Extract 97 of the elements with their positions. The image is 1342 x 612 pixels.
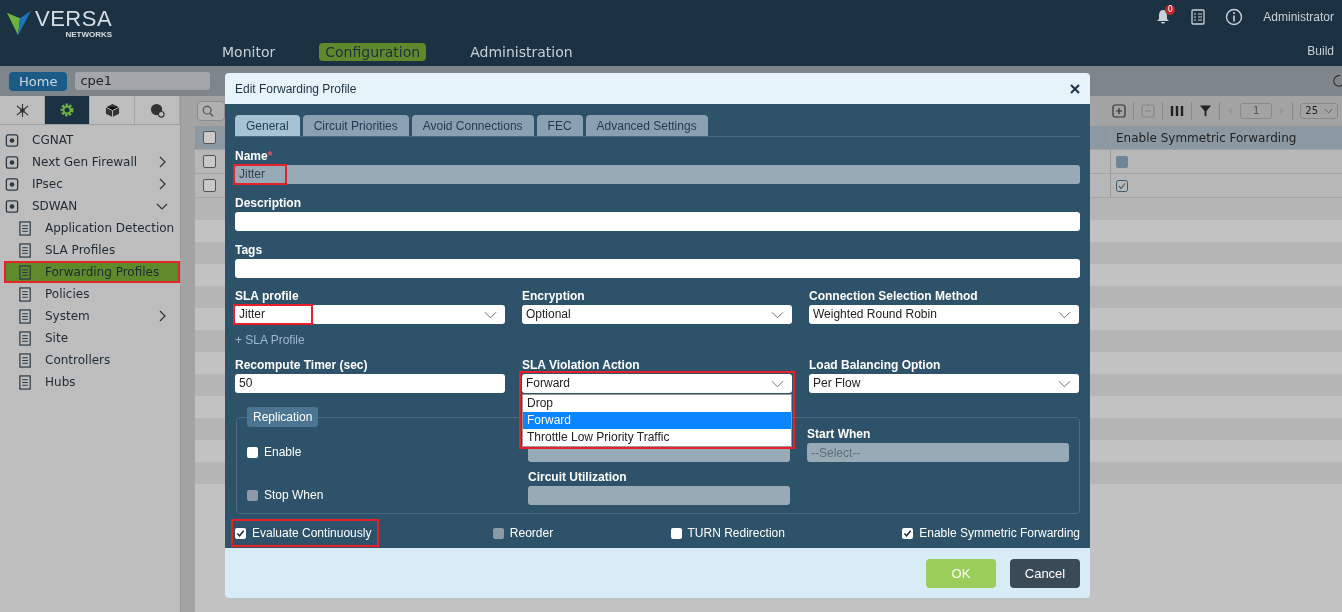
document-icon	[18, 352, 33, 368]
info-icon[interactable]	[1225, 8, 1244, 26]
dialog-tab[interactable]: Circuit Priorities	[302, 115, 409, 136]
select-field[interactable]: Forward	[522, 374, 792, 393]
select-field[interactable]: Per Flow	[809, 374, 1079, 393]
sidebar-item[interactable]: Controllers	[0, 349, 180, 371]
build-label[interactable]: Build	[1307, 44, 1334, 58]
field-label: SLA profile	[235, 289, 299, 305]
dialog-tab[interactable]: Avoid Connections	[411, 115, 534, 136]
field-label: SLA Violation Action	[522, 358, 640, 374]
column-header[interactable]: Enable Symmetric Forwarding	[1111, 130, 1342, 145]
checkbox[interactable]	[247, 446, 258, 458]
checkbox-label[interactable]: Enable	[264, 445, 302, 459]
dialog-tab[interactable]: FEC	[536, 115, 583, 136]
search-field[interactable]	[197, 101, 225, 121]
sidebar-tab[interactable]	[45, 96, 90, 124]
module-icon	[4, 132, 20, 148]
sidebar-item[interactable]: SDWAN	[0, 195, 180, 217]
logo-text: VERSA	[35, 8, 113, 30]
number-field[interactable]: 50	[235, 374, 505, 393]
cube-icon	[104, 102, 120, 118]
chevron-down-icon	[1058, 310, 1071, 319]
checkbox[interactable]	[902, 527, 914, 539]
sidebar-item[interactable]: Next Gen Firewall	[0, 151, 180, 173]
sidebar-item[interactable]: Policies	[0, 283, 180, 305]
select-field[interactable]: Optional	[522, 305, 792, 324]
field-label: Recompute Timer (sec)	[235, 358, 368, 374]
row-checkbox[interactable]	[202, 155, 216, 168]
document-icon	[18, 308, 33, 324]
filter-icon[interactable]	[1199, 104, 1213, 118]
dropdown-option[interactable]: Throttle Low Priority Traffic	[523, 429, 791, 446]
module-icon	[4, 154, 20, 170]
select-field[interactable]: Jitter	[235, 305, 505, 324]
select-all-checkbox[interactable]	[202, 131, 216, 144]
network-icon	[14, 102, 30, 118]
field-label: Name	[235, 149, 268, 165]
sidebar-item[interactable]: Application Detection	[0, 217, 180, 239]
sidebar-item[interactable]: IPsec	[0, 173, 180, 195]
section-legend: Replication	[247, 407, 319, 427]
sidebar-item[interactable]: SLA Profiles	[0, 239, 180, 261]
module-icon	[4, 198, 20, 214]
notification-badge: 0	[1165, 5, 1176, 15]
document-icon	[18, 220, 33, 236]
module-icon	[4, 176, 20, 192]
text-field[interactable]	[235, 259, 1080, 278]
required-marker: *	[267, 149, 273, 165]
home-button[interactable]: Home	[9, 71, 68, 91]
gear-icon	[59, 102, 75, 118]
chevron-down-icon	[1058, 379, 1071, 388]
chevron-down-icon	[484, 310, 497, 319]
field-label: Start When	[807, 427, 871, 443]
document-icon	[18, 286, 33, 302]
field-label: Description	[235, 196, 301, 212]
checklist-icon[interactable]	[1191, 9, 1206, 25]
add-sla-profile-link[interactable]: + SLA Profile	[235, 333, 1080, 347]
field-label: Circuit Utilization	[528, 470, 627, 486]
nav-tab[interactable]: Monitor	[216, 43, 282, 61]
dropdown-option[interactable]: Forward	[523, 412, 791, 429]
close-icon[interactable]	[1070, 83, 1080, 94]
field-label: Load Balancing Option	[809, 358, 941, 374]
field-label: Tags	[235, 243, 263, 259]
sidebar-item[interactable]: System	[0, 305, 180, 327]
dialog-tab[interactable]: Advanced Settings	[585, 115, 708, 136]
user-menu[interactable]: Administrator	[1263, 10, 1334, 24]
checkbox-label[interactable]: Enable Symmetric Forwarding	[919, 526, 1080, 540]
chevron-down-icon	[771, 379, 784, 388]
device-field[interactable]: cpe1	[75, 72, 211, 90]
nav-tab[interactable]: Administration	[464, 43, 579, 61]
select-field[interactable]: Weighted Round Robin	[809, 305, 1079, 324]
document-icon	[18, 264, 33, 280]
checkbox-label[interactable]: TURN Redirection	[687, 526, 785, 540]
sidebar-item[interactable]: CGNAT	[0, 129, 180, 151]
search-icon	[202, 105, 214, 117]
document-icon	[18, 242, 33, 258]
dialog-title: Edit Forwarding Profile	[235, 81, 357, 96]
field-label: Encryption	[522, 289, 585, 305]
cancel-button[interactable]: Cancel	[1010, 558, 1080, 588]
refresh-icon[interactable]	[1332, 73, 1342, 89]
dropdown-option[interactable]: Drop	[523, 395, 791, 412]
field-label: Connection Selection Method	[809, 289, 978, 305]
checkbox[interactable]	[235, 527, 246, 539]
text-field[interactable]	[235, 212, 1080, 231]
dialog-tab[interactable]: General	[235, 115, 300, 136]
sidebar-item[interactable]: Hubs	[0, 371, 180, 393]
add-icon[interactable]	[1112, 104, 1127, 118]
chevron-down-icon	[771, 310, 784, 319]
logo-subtitle: NETWORKS	[65, 30, 113, 40]
sidebar-item[interactable]: Site	[0, 327, 180, 349]
page-size-select[interactable]: 25	[1300, 103, 1338, 119]
document-icon	[18, 374, 33, 390]
checkbox-label[interactable]: Evaluate Continuously	[252, 526, 372, 540]
row-checkbox[interactable]	[202, 179, 216, 192]
columns-icon[interactable]	[1170, 104, 1185, 118]
document-icon	[18, 330, 33, 346]
checkbox[interactable]	[670, 527, 682, 539]
chevron-down-icon	[1324, 108, 1333, 114]
sidebar-item[interactable]: Forwarding Profiles	[4, 261, 180, 283]
